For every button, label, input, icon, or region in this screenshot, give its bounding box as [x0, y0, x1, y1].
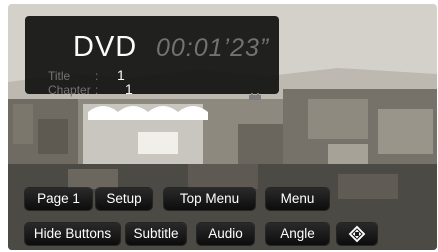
chapter-label: Chapter: [48, 83, 91, 97]
setup-label: Setup: [106, 191, 142, 206]
menu-label: Menu: [280, 191, 315, 206]
angle-label: Angle: [280, 226, 315, 241]
title-label: Title: [48, 69, 71, 83]
menu-button[interactable]: Menu: [266, 188, 329, 210]
disc-icon: [249, 93, 261, 100]
audio-button[interactable]: Audio: [197, 223, 254, 245]
top-menu-button[interactable]: Top Menu: [164, 188, 255, 210]
direction-pad-icon: [348, 225, 366, 243]
elapsed-time: 00:01’23”: [156, 34, 270, 62]
chapter-colon: :: [95, 83, 99, 97]
video-screen[interactable]: DVD 00:01’23” Title : 1 Chapter : 1: [8, 4, 437, 250]
title-colon: :: [95, 69, 99, 83]
hide-buttons-button[interactable]: Hide Buttons: [25, 223, 120, 245]
direction-button[interactable]: [337, 223, 377, 245]
angle-button[interactable]: Angle: [266, 223, 329, 245]
source-label: DVD: [73, 31, 138, 63]
title-number: 1: [117, 67, 125, 83]
top-menu-label: Top Menu: [179, 191, 240, 206]
audio-label: Audio: [208, 226, 243, 241]
setup-button[interactable]: Setup: [96, 188, 152, 210]
subtitle-button[interactable]: Subtitle: [126, 223, 186, 245]
subtitle-label: Subtitle: [133, 226, 179, 241]
playback-info-panel: DVD 00:01’23” Title : 1 Chapter : 1: [25, 16, 279, 100]
chapter-number: 1: [125, 81, 133, 97]
hide-buttons-label: Hide Buttons: [33, 226, 112, 241]
page-1-label: Page 1: [37, 191, 80, 206]
page-1-button[interactable]: Page 1: [25, 188, 92, 210]
